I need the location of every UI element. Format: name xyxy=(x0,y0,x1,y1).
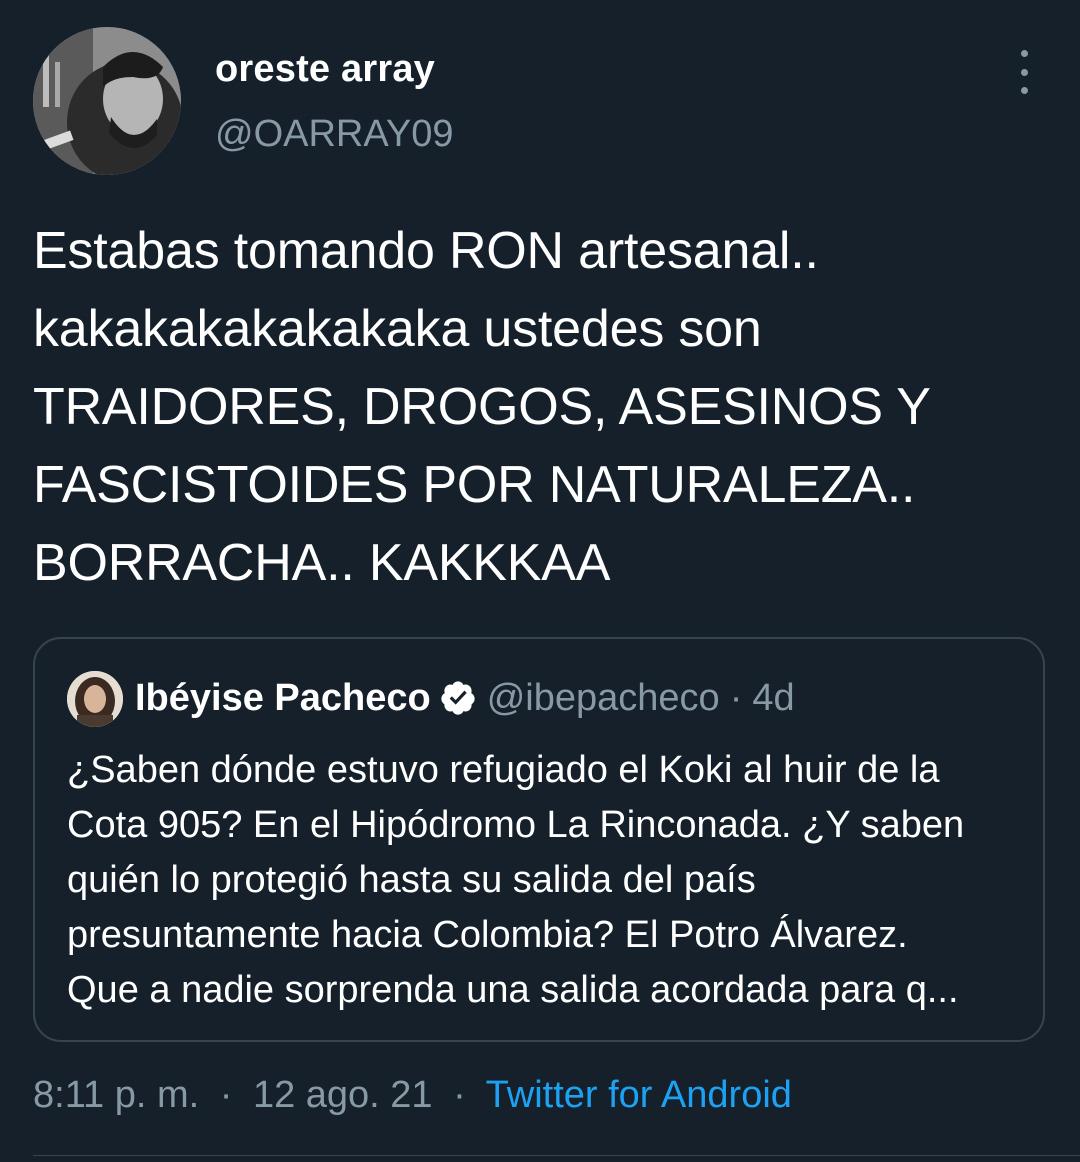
more-vertical-icon xyxy=(1020,50,1028,57)
quoted-tweet-card[interactable]: Ibéyise Pacheco @ibepacheco · 4d ¿Saben … xyxy=(33,637,1045,1042)
tweet-source-link[interactable]: Twitter for Android xyxy=(486,1074,792,1116)
author-display-name[interactable]: oreste array xyxy=(215,48,435,91)
quoted-author-handle: @ibepacheco xyxy=(486,677,720,719)
quoted-author-name: Ibéyise Pacheco xyxy=(135,677,431,719)
quoted-tweet-text: ¿Saben dónde estuvo refugiado el Koki al… xyxy=(67,749,965,1011)
quoted-author-avatar xyxy=(67,671,123,727)
meta-separator: · xyxy=(219,1074,233,1116)
tweet-metadata: 8:11 p. m. · 12 ago. 21 · Twitter for An… xyxy=(33,1074,792,1117)
author-avatar[interactable] xyxy=(33,27,181,175)
quoted-tweet-age: 4d xyxy=(752,677,795,719)
verified-badge-icon xyxy=(439,679,477,717)
author-handle[interactable]: @OARRAY09 xyxy=(215,113,454,156)
quoted-tweet-header: Ibéyise Pacheco @ibepacheco · 4d xyxy=(135,675,795,721)
more-options-button[interactable] xyxy=(1004,50,1044,94)
more-vertical-icon-dot xyxy=(1020,87,1028,94)
tweet-time: 8:11 p. m. xyxy=(33,1074,200,1116)
meta-separator: · xyxy=(453,1074,466,1116)
divider xyxy=(33,1155,1080,1156)
tweet: oreste array @OARRAY09 Estabas tomando R… xyxy=(0,0,1080,1162)
more-vertical-icon-dot xyxy=(1020,68,1028,76)
header-separator: · xyxy=(729,677,743,719)
tweet-date[interactable]: 12 ago. 21 xyxy=(253,1074,433,1116)
tweet-text: Estabas tomando RON artesanal.. kakakaka… xyxy=(33,222,931,592)
